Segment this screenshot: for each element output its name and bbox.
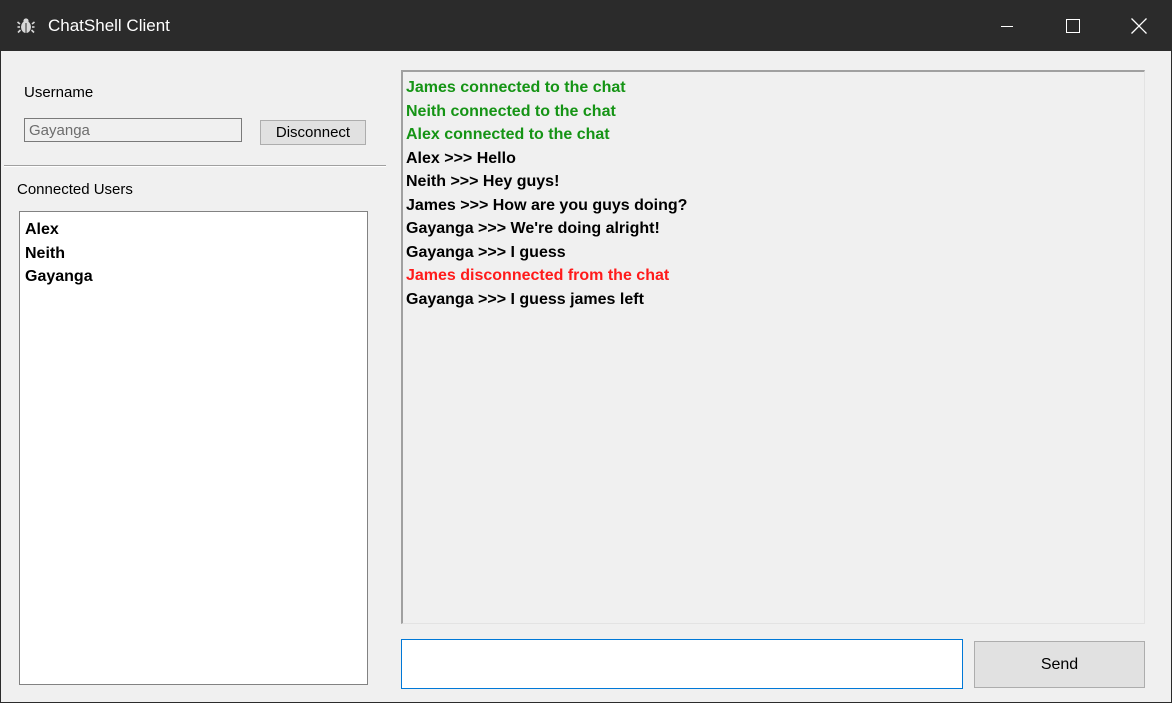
minimize-icon: [1001, 20, 1013, 32]
username-label: Username: [24, 84, 94, 101]
minimize-button[interactable]: [974, 1, 1040, 51]
user-item[interactable]: Neith: [25, 242, 367, 266]
chat-message: Gayanga >>> I guess james left: [406, 290, 644, 308]
chat-message: Neith >>> Hey guys!: [406, 173, 560, 190]
maximize-button[interactable]: [1040, 1, 1106, 51]
chat-message: James connected to the chat: [406, 79, 626, 96]
divider: [4, 165, 386, 167]
disconnect-button[interactable]: Disconnect: [260, 120, 366, 145]
chat-message: Gayanga >>> I guess: [406, 243, 566, 261]
username-input[interactable]: [24, 118, 242, 142]
window-title: ChatShell Client: [48, 16, 170, 35]
user-item[interactable]: Alex: [25, 218, 367, 242]
chat-message: Gayanga >>> We're doing alright!: [406, 220, 660, 237]
chat-message: Alex >>> Hello: [406, 149, 516, 167]
message-input[interactable]: [401, 639, 963, 689]
connected-users-label: Connected Users: [17, 181, 133, 198]
send-button[interactable]: Send: [974, 641, 1145, 688]
close-icon: [1131, 18, 1147, 34]
maximize-icon: [1066, 19, 1080, 33]
user-item[interactable]: Gayanga: [25, 265, 367, 289]
bug-icon: [17, 17, 35, 35]
chat-message: Neith connected to the chat: [406, 102, 616, 120]
chat-log[interactable]: James connected to the chat Neith connec…: [401, 70, 1145, 624]
chat-message: Alex connected to the chat: [406, 126, 610, 143]
chatshell-window: ChatShell Client Username Disconnect Con…: [0, 0, 1172, 703]
chat-message: James disconnected from the chat: [406, 267, 670, 284]
close-button[interactable]: [1106, 1, 1171, 51]
connected-users-list[interactable]: Alex Neith Gayanga: [19, 211, 368, 685]
title-bar[interactable]: ChatShell Client: [1, 1, 1171, 51]
chat-message: James >>> How are you guys doing?: [406, 196, 688, 214]
